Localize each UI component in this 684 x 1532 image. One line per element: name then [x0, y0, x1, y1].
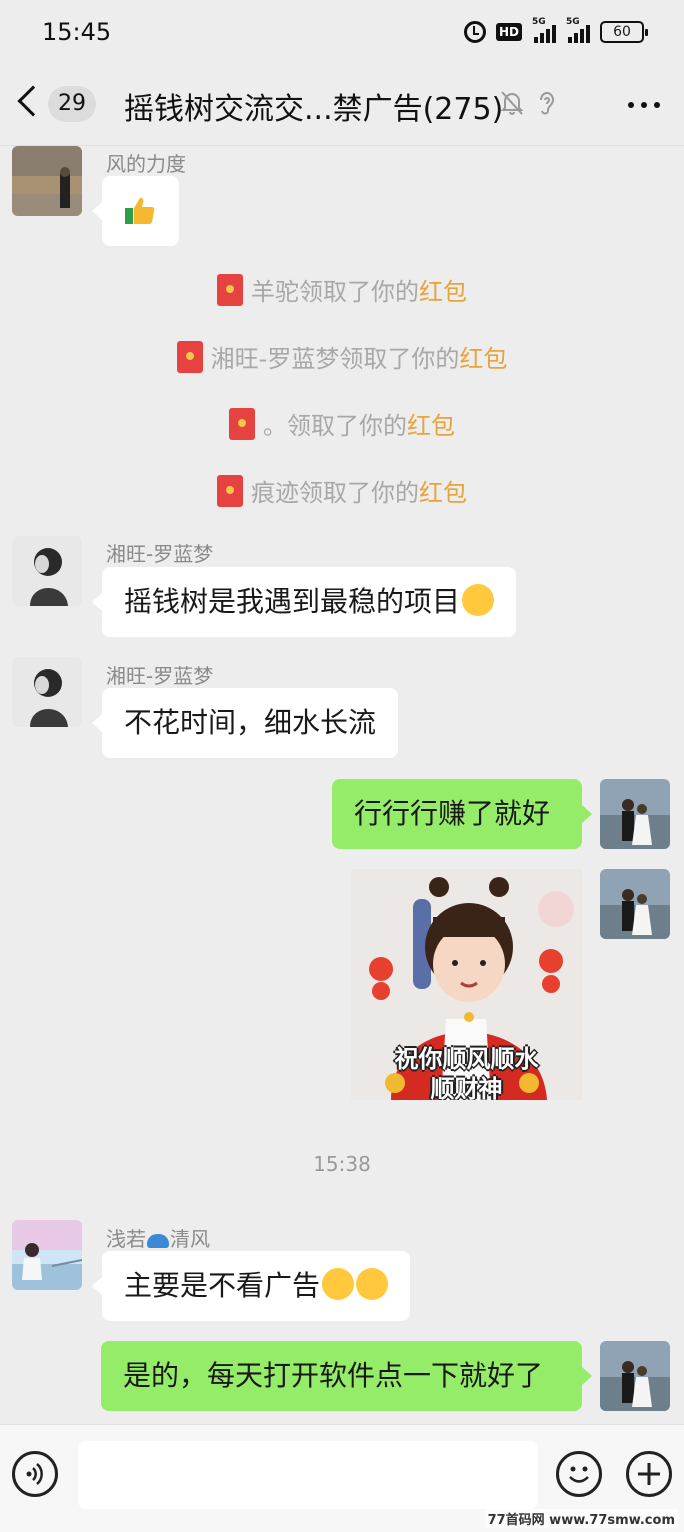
message-bubble-self[interactable]: 是的，每天打开软件点一下就好了 [101, 1341, 592, 1411]
chat-header: 29 摇钱树交流交...禁广告(275) [0, 64, 684, 146]
red-packet-notice: 羊驼领取了你的红包 [0, 274, 684, 310]
message-bubble-self[interactable]: 行行行赚了就好 [332, 779, 592, 849]
red-packet-icon [229, 408, 255, 440]
self-avatar[interactable] [600, 1341, 670, 1411]
red-packet-notice: 痕迹领取了你的红包 [0, 475, 684, 511]
avatar[interactable] [12, 146, 82, 216]
timestamp: 15:38 [313, 1152, 371, 1176]
self-avatar[interactable] [600, 779, 670, 849]
message-bubble[interactable]: 摇钱树是我遇到最稳的项目 [91, 567, 517, 637]
avatar[interactable] [12, 536, 82, 606]
back-icon[interactable] [17, 85, 49, 117]
red-packet-link[interactable]: 红包 [419, 479, 467, 507]
alarm-icon [463, 21, 486, 43]
red-packet-link[interactable]: 红包 [459, 345, 507, 373]
battery-icon: 60 [600, 21, 648, 43]
laughing-emoji-icon [462, 584, 495, 616]
unread-badge[interactable]: 29 [48, 86, 96, 122]
status-time: 15:45 [42, 18, 112, 46]
message-bubble[interactable]: 不花时间，细水长流 [91, 688, 399, 758]
sender-name: 浅若 清风 [106, 1227, 210, 1251]
avatar[interactable] [12, 1220, 82, 1290]
ear-icon [540, 92, 555, 115]
sticker-image[interactable]: 祝你顺风顺水 顺财神 [351, 869, 582, 1100]
plus-icon [638, 1463, 660, 1485]
wave-emoji-icon [147, 1233, 169, 1248]
voice-button[interactable] [12, 1451, 58, 1497]
watermark: 77首码网 www.77smw.com [484, 1509, 678, 1528]
message-input[interactable] [78, 1441, 538, 1509]
emoji-button[interactable] [556, 1451, 602, 1497]
message-bubble[interactable] [92, 176, 179, 246]
sender-name: 湘旺-罗蓝梦 [106, 542, 214, 566]
sender-name: 湘旺-罗蓝梦 [106, 664, 214, 688]
thumbs-up-icon [125, 197, 155, 224]
status-bar: 15:45 HD 5G 5G 60 [0, 0, 684, 64]
thinking-emoji-icon [356, 1268, 389, 1300]
input-bar: 77首码网 www.77smw.com [0, 1424, 684, 1532]
red-packet-notice: 湘旺-罗蓝梦领取了你的红包 [0, 341, 684, 377]
more-functions-button[interactable] [626, 1451, 672, 1497]
red-packet-icon [217, 274, 243, 306]
mute-icon [500, 91, 524, 115]
chat-title: 摇钱树交流交...禁广告(275) [124, 92, 504, 127]
smiley-icon [569, 1466, 589, 1483]
red-packet-notice: 。领取了你的红包 [0, 408, 684, 444]
more-icon[interactable] [628, 102, 660, 108]
signal-icon: 5G [532, 17, 556, 43]
signal-icon-2: 5G [566, 17, 590, 43]
message-bubble[interactable]: 主要是不看广告 [91, 1251, 411, 1321]
voice-icon [26, 1463, 43, 1485]
thinking-emoji-icon [322, 1268, 355, 1300]
self-avatar[interactable] [600, 869, 670, 939]
red-packet-link[interactable]: 红包 [407, 412, 455, 440]
red-packet-icon [176, 341, 203, 373]
red-packet-icon [217, 475, 243, 507]
status-icons: HD 5G 5G 60 [463, 17, 648, 46]
red-packet-link[interactable]: 红包 [419, 278, 467, 306]
sticker-caption: 顺财神 [430, 1075, 503, 1100]
avatar[interactable] [12, 657, 82, 727]
sender-name: 风的力度 [106, 152, 186, 176]
hd-icon: HD [495, 23, 522, 41]
